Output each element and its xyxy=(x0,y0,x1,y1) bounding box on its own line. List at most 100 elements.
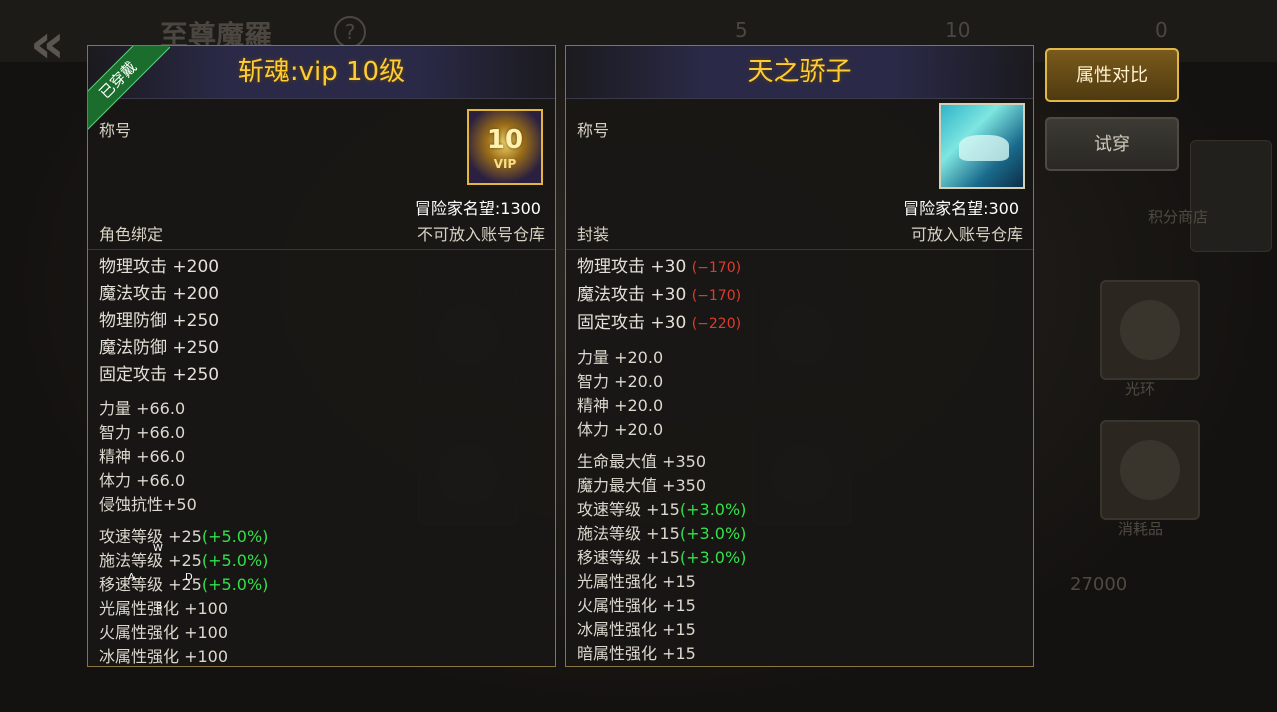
stat-diff-positive: (+3.0%) xyxy=(679,500,747,519)
stat-line: 光属性强化 +15 xyxy=(577,570,1033,594)
points-shop-box[interactable] xyxy=(1190,140,1272,252)
shop-slot[interactable] xyxy=(1100,420,1200,520)
stat-group: 生命最大值 +350 魔力最大值 +350 攻速等级 +15(+3.0%) 施法等级 … xyxy=(577,450,1033,666)
stat-line: 智力 +66.0 xyxy=(99,421,555,445)
binding-type: 封装 xyxy=(577,225,610,244)
currency-2-value: 10 xyxy=(945,18,971,42)
stat-line: 魔法攻击 +200 xyxy=(99,281,555,308)
points-shop-label: 积分商店 xyxy=(1148,208,1209,226)
stat-text: 精神 +20.0 xyxy=(577,396,664,415)
price-value: 27000 xyxy=(1070,574,1128,595)
stat-line: 施法等级 +25(+5.0%) xyxy=(99,549,555,573)
stat-line: 魔法攻击 +30 (−170) xyxy=(577,282,1033,310)
stat-text: 魔法防御 +250 xyxy=(99,338,220,358)
stat-group: 物理攻击 +30 (−170) 魔法攻击 +30 (−170) 固定攻击 +30 (… xyxy=(577,254,1033,338)
stat-line: 冰属性强化 +100 xyxy=(99,645,555,666)
back-chevron-icon[interactable]: « xyxy=(30,12,65,75)
stat-line: 攻速等级 +15(+3.0%) xyxy=(577,498,1033,522)
stat-line: 精神 +20.0 xyxy=(577,394,1033,418)
stat-line: 魔力最大值 +350 xyxy=(577,474,1033,498)
stat-text: 施法等级 +25 xyxy=(99,551,202,570)
stat-line: 魔法防御 +250 xyxy=(99,335,555,362)
stat-line: 力量 +20.0 xyxy=(577,346,1033,370)
stat-line: 施法等级 +15(+3.0%) xyxy=(577,522,1033,546)
stat-line: 生命最大值 +350 xyxy=(577,450,1033,474)
stat-list: 物理攻击 +30 (−170) 魔法攻击 +30 (−170) 固定攻击 +30 (… xyxy=(566,250,1033,666)
vip-icon-label: VIP xyxy=(493,157,517,171)
equipped-item-tooltip: 已穿戴 斩魂:vip 10级 称号 10 VIP 冒险家名望:1300 角色绑定… xyxy=(87,45,556,667)
stat-text: 智力 +66.0 xyxy=(99,423,186,442)
tooltip-header: 天之骄子 xyxy=(566,46,1033,99)
currency-1-value: 5 xyxy=(735,18,748,42)
stat-text: 力量 +66.0 xyxy=(99,399,186,418)
item-info: 称号 10 VIP 冒险家名望:1300 角色绑定 不可放入账号仓库 xyxy=(88,99,555,250)
compare-item-tooltip: 天之骄子 称号 冒险家名望:300 封装 可放入账号仓库 物理攻击 +30 (−… xyxy=(565,45,1034,667)
stat-diff-positive: (+5.0%) xyxy=(201,527,269,546)
stat-group: 力量 +66.0 智力 +66.0 精神 +66.0 体力 +66.0 侵蚀抗性+50 xyxy=(99,397,555,517)
stat-line: 冰属性强化 +15 xyxy=(577,618,1033,642)
tooltip-header: 已穿戴 斩魂:vip 10级 xyxy=(88,46,555,133)
stat-text: 精神 +66.0 xyxy=(99,447,186,466)
shop-label-aura: 光环 xyxy=(1125,380,1156,398)
stat-text: 物理攻击 +30 xyxy=(577,257,687,277)
stat-line: 暗属性强化 +15 xyxy=(577,642,1033,666)
item-title: 天之骄子 xyxy=(747,57,852,87)
stat-text: 施法等级 +15 xyxy=(577,524,680,543)
stat-line: 移速等级 +15(+3.0%) xyxy=(577,546,1033,570)
stat-text: 智力 +20.0 xyxy=(577,372,664,391)
stat-text: 侵蚀抗性+50 xyxy=(99,495,197,514)
shop-label-consumable: 消耗品 xyxy=(1118,520,1164,538)
stat-text: 火属性强化 +15 xyxy=(577,596,696,615)
adventurer-fame: 冒险家名望:300 xyxy=(903,199,1019,218)
stat-diff-negative: (−170) xyxy=(691,260,742,276)
stat-line: 体力 +66.0 xyxy=(99,469,555,493)
stat-group: 力量 +20.0 智力 +20.0 精神 +20.0 体力 +20.0 xyxy=(577,346,1033,442)
key-hint-d: D xyxy=(185,572,193,583)
stat-text: 火属性强化 +100 xyxy=(99,623,229,642)
stat-diff-positive: (+3.0%) xyxy=(679,548,747,567)
key-hint-s: S xyxy=(156,601,163,612)
stat-text: 固定攻击 +30 xyxy=(577,313,687,333)
stat-text: 攻速等级 +25 xyxy=(99,527,202,546)
stat-text: 物理防御 +250 xyxy=(99,311,220,331)
stat-line: 攻速等级 +25(+5.0%) xyxy=(99,525,555,549)
title-icon xyxy=(939,103,1025,189)
stat-diff-negative: (−220) xyxy=(691,316,742,332)
vip-icon-number: 10 xyxy=(486,125,524,155)
shop-slot[interactable] xyxy=(1100,280,1200,380)
storage-rule: 可放入账号仓库 xyxy=(910,225,1023,244)
stat-text: 冰属性强化 +100 xyxy=(99,647,229,666)
stat-text: 魔力最大值 +350 xyxy=(577,476,707,495)
stat-line: 侵蚀抗性+50 xyxy=(99,493,555,517)
key-hint-w: W xyxy=(153,543,163,554)
stat-line: 体力 +20.0 xyxy=(577,418,1033,442)
vip-title-icon: 10 VIP xyxy=(467,109,543,185)
stat-diff-positive: (+5.0%) xyxy=(201,551,269,570)
item-category: 称号 xyxy=(577,121,610,140)
stat-line: 火属性强化 +15 xyxy=(577,594,1033,618)
stat-text: 固定攻击 +250 xyxy=(99,365,220,385)
stat-line: 物理攻击 +200 xyxy=(99,254,555,281)
compare-attributes-button[interactable]: 属性对比 xyxy=(1045,48,1179,102)
try-on-button[interactable]: 试穿 xyxy=(1045,117,1179,171)
stat-text: 移速等级 +15 xyxy=(577,548,680,567)
binding-type: 角色绑定 xyxy=(99,225,164,244)
storage-rule: 不可放入账号仓库 xyxy=(416,225,545,244)
stat-text: 物理攻击 +200 xyxy=(99,257,220,277)
stat-text: 光属性强化 +100 xyxy=(99,599,229,618)
item-info: 称号 冒险家名望:300 封装 可放入账号仓库 xyxy=(566,99,1033,250)
currency-3-value: 0 xyxy=(1155,18,1168,42)
stat-line: 精神 +66.0 xyxy=(99,445,555,469)
stat-text: 光属性强化 +15 xyxy=(577,572,696,591)
help-icon[interactable]: ? xyxy=(334,16,366,48)
stat-group: 物理攻击 +200 魔法攻击 +200 物理防御 +250 魔法防御 +250 固定攻击… xyxy=(99,254,555,389)
stat-text: 力量 +20.0 xyxy=(577,348,664,367)
stat-line: 火属性强化 +100 xyxy=(99,621,555,645)
stat-text: 攻速等级 +15 xyxy=(577,500,680,519)
stat-text: 体力 +20.0 xyxy=(577,420,664,439)
key-hint-a: A xyxy=(128,572,135,583)
item-category: 称号 xyxy=(99,121,132,140)
stat-line: 移速等级 +25(+5.0%) xyxy=(99,573,555,597)
stat-text: 体力 +66.0 xyxy=(99,471,186,490)
stat-line: 物理防御 +250 xyxy=(99,308,555,335)
